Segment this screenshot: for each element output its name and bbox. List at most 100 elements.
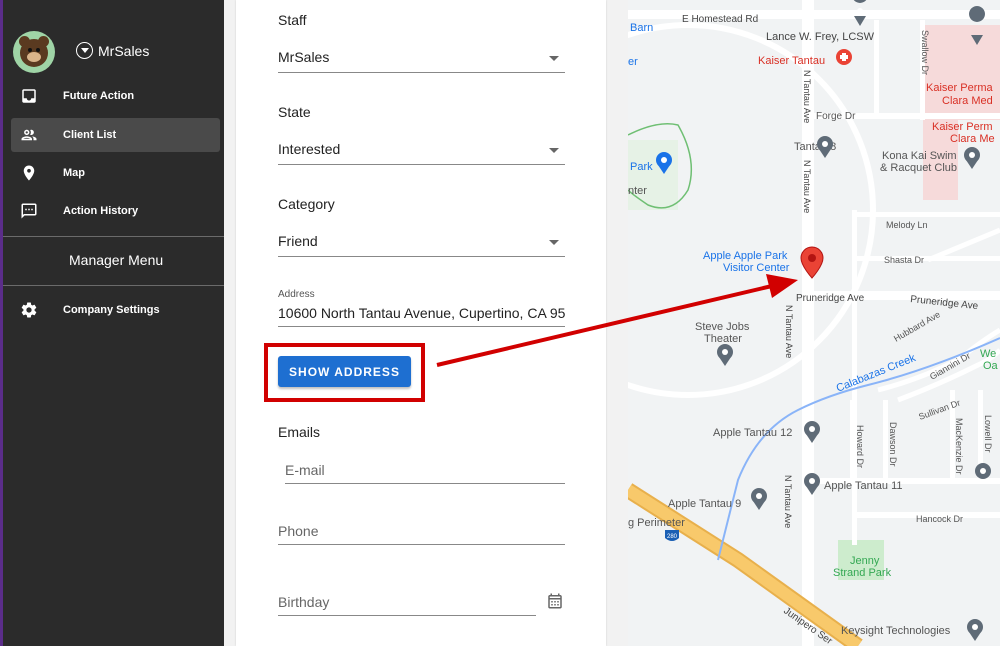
poi-marker-icon <box>817 136 833 158</box>
email-field[interactable] <box>285 456 565 484</box>
sidebar-item-company-settings[interactable]: Company Settings <box>11 293 220 327</box>
map-label-park: Park <box>630 161 653 173</box>
sidebar-item-action-history[interactable]: Action History <box>11 194 220 228</box>
state-value: Interested <box>278 141 341 157</box>
phone-field[interactable] <box>278 517 565 545</box>
poi-marker-icon <box>975 463 991 479</box>
sidebar: MrSales Future Action Client List Map Ac… <box>0 0 224 646</box>
state-select[interactable]: Interested <box>278 135 565 165</box>
map-label-tantau9: Apple Tantau 9 <box>668 498 741 510</box>
username-label: MrSales <box>98 42 150 59</box>
dropdown-arrow-icon <box>549 240 559 245</box>
map-label-keysight: Keysight Technologies <box>841 625 951 637</box>
map-label-jenny: Jenny <box>850 555 880 567</box>
location-pin-icon <box>14 164 44 182</box>
map-label-swallow: Swallow Dr <box>920 30 930 75</box>
map-label-dawson: Dawson Dr <box>888 422 898 467</box>
sidebar-item-label: Client List <box>63 129 117 141</box>
map-label-perimeter: g Perimeter <box>628 517 685 529</box>
category-value: Friend <box>278 233 318 249</box>
map-label-kaiser-perm: Kaiser Perma <box>926 82 994 94</box>
inbox-icon <box>14 87 44 105</box>
birthday-field[interactable] <box>278 588 536 616</box>
map-label-hancock: Hancock Dr <box>916 514 963 524</box>
map-label-hubbard: Hubbard Ave <box>892 309 942 344</box>
map-label-melody: Melody Ln <box>886 220 928 230</box>
park-area <box>628 140 678 210</box>
address-input[interactable] <box>278 299 565 327</box>
sidebar-item-label: Map <box>63 167 85 179</box>
map-label-n-tantau-4: N Tantau Ave <box>783 475 793 528</box>
gear-icon <box>14 301 44 319</box>
sidebar-divider <box>3 236 224 237</box>
people-icon <box>14 126 44 144</box>
road-howard <box>850 400 855 480</box>
road-shasta <box>854 256 1000 261</box>
dropdown-arrow-icon <box>549 56 559 61</box>
map-label-oa: Oa <box>983 360 999 372</box>
map-label-strand-park: Strand Park <box>833 567 892 579</box>
road-side-2 <box>874 20 879 115</box>
map-label-apple-park: Apple Apple Park <box>703 250 788 262</box>
category-label: Category <box>278 196 335 212</box>
map-label-n-tantau-1: N Tantau Ave <box>802 70 812 123</box>
map-label-howard: Howard Dr <box>855 425 865 468</box>
bear-snout <box>27 52 41 62</box>
sidebar-item-client-list[interactable]: Client List <box>11 118 220 152</box>
map-view[interactable]: Barn E Homestead Rd Lance W. Frey, LCSW … <box>628 0 1000 646</box>
map-label-barn: Barn <box>630 22 653 34</box>
map-label-tantau11: Apple Tantau 11 <box>824 480 903 492</box>
map-label-frey: Lance W. Frey, LCSW <box>766 31 875 43</box>
map-label-n-tantau-2: N Tantau Ave <box>802 160 812 213</box>
map-label-tantau12: Apple Tantau 12 <box>713 427 792 439</box>
poi-marker-icon <box>967 619 983 641</box>
map-label-steve-jobs: Steve Jobs <box>695 321 750 333</box>
state-label: State <box>278 104 311 120</box>
calendar-icon[interactable] <box>546 592 564 615</box>
map-label-lowell: Lowell Dr <box>983 415 993 453</box>
emails-label: Emails <box>278 424 321 440</box>
map-label-racquet: & Racquet Club <box>880 162 957 174</box>
sidebar-item-map[interactable]: Map <box>11 156 220 190</box>
highway-280-shield-icon: 280 <box>665 530 679 541</box>
map-label-pruneridge: Pruneridge Ave <box>796 293 865 304</box>
manager-menu-link[interactable]: Manager Menu <box>69 252 163 268</box>
map-label-kaiser: Kaiser Tantau <box>758 55 825 67</box>
map-label-theater: Theater <box>704 333 742 345</box>
chevron-down-circle-icon <box>76 42 93 59</box>
show-address-button[interactable]: SHOW ADDRESS <box>278 356 411 387</box>
map-label-er: er <box>628 56 638 68</box>
sidebar-divider <box>3 285 224 286</box>
highway-shield-label: 280 <box>667 534 678 540</box>
hospital-marker-icon <box>836 49 852 65</box>
map-label-visitor-center: Visitor Center <box>723 262 790 274</box>
road-diagonal <box>927 227 1000 263</box>
map-label-shasta: Shasta Dr <box>884 255 924 265</box>
staff-label: Staff <box>278 12 307 28</box>
map-label-calabazas: Calabazas Creek <box>835 352 918 395</box>
bear-avatar[interactable] <box>13 31 55 73</box>
user-profile <box>13 31 55 73</box>
user-menu-toggle[interactable]: MrSales <box>76 42 149 59</box>
dropdown-arrow-icon <box>549 148 559 153</box>
map-label-mackenzie: MacKenzie Dr <box>954 418 964 475</box>
poi-marker-icon <box>751 488 767 510</box>
staff-value: MrSales <box>278 49 330 65</box>
map-label-kaiser-perm-2: Kaiser Perm <box>932 121 993 133</box>
map-label-n-tantau-3: N Tantau Ave <box>784 305 794 358</box>
map-label-we: We <box>980 348 996 360</box>
poi-marker-icon <box>717 344 733 366</box>
map-label-nter: nter <box>628 185 647 197</box>
map-label-konakai: Kona Kai Swim <box>882 150 957 162</box>
chat-dots-icon <box>14 202 44 220</box>
sidebar-item-future-action[interactable]: Future Action <box>11 79 220 113</box>
map-label-clara: Clara Med <box>942 95 993 107</box>
map-label-homestead: E Homestead Rd <box>682 14 758 25</box>
staff-select[interactable]: MrSales <box>278 43 565 73</box>
client-form-card: Staff MrSales State Interested Category … <box>236 0 606 646</box>
sidebar-item-label: Action History <box>63 205 139 217</box>
road-melody <box>854 212 1000 217</box>
map-canvas: Barn E Homestead Rd Lance W. Frey, LCSW … <box>628 0 1000 646</box>
road-dawson <box>883 400 888 480</box>
category-select[interactable]: Friend <box>278 227 565 257</box>
